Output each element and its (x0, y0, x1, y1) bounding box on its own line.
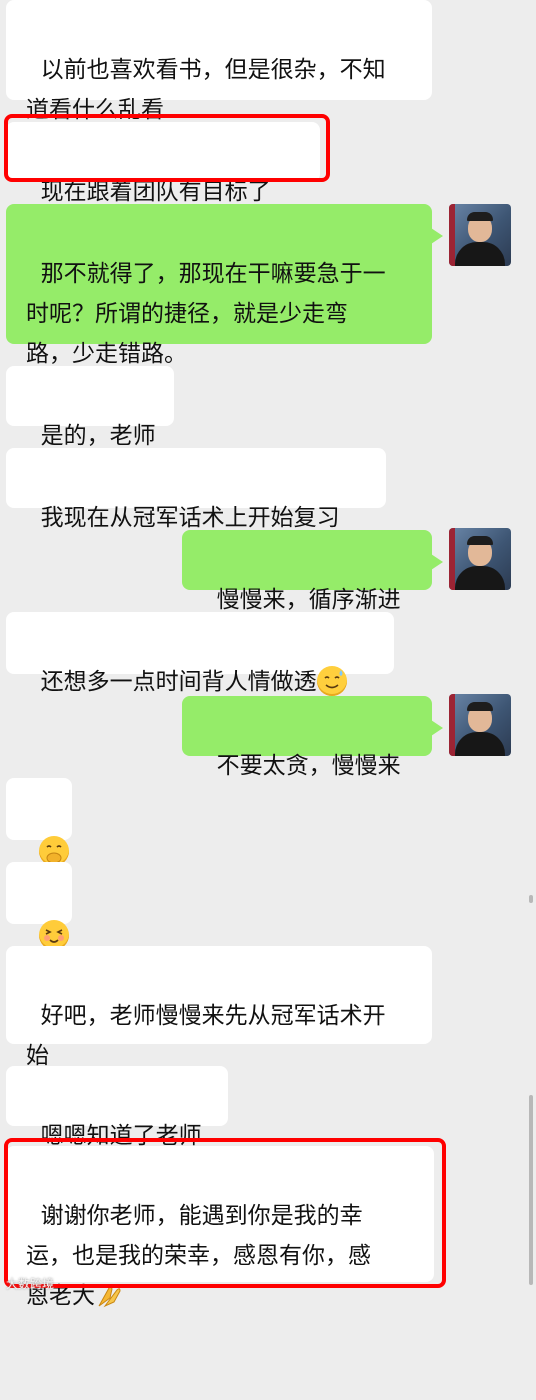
message-text: 我现在从冠军话术上开始复习 (40, 505, 340, 531)
shy-smile-emoji (38, 919, 69, 950)
message-text: 不要太贪，慢慢来 (216, 753, 401, 779)
scrollbar[interactable] (529, 895, 533, 903)
message-bubble-incoming[interactable]: 好吧，老师慢慢来先从冠军话术开 始 (6, 946, 432, 1069)
message-text: 慢慢来，循序渐进 (216, 587, 401, 613)
message-text: 还想多一点时间背人情做透 (40, 669, 317, 695)
scrollbar[interactable] (529, 1095, 533, 1285)
avatar[interactable] (449, 204, 511, 266)
message-bubble-incoming[interactable] (6, 862, 72, 950)
message-text: 那不就得了，那现在干嘛要急于一 时呢？所谓的捷径，就是少走弯 路，少走错路。 (26, 261, 386, 367)
message-bubble-outgoing[interactable]: 慢慢来，循序渐进 (182, 530, 443, 613)
message-text: 好吧，老师慢慢来先从冠军话术开 始 (26, 1003, 386, 1069)
sweat-smile-emoji (316, 665, 347, 696)
message-bubble-incoming[interactable] (6, 778, 72, 866)
avatar[interactable] (449, 694, 511, 756)
thinking-hand-emoji (38, 835, 69, 866)
message-text: 是的，老师 (40, 423, 156, 449)
message-bubble-outgoing[interactable]: 那不就得了，那现在干嘛要急于一 时呢？所谓的捷径，就是少走弯 路，少走错路。 (6, 204, 443, 367)
highlight-box (4, 114, 330, 182)
message-bubble-outgoing[interactable]: 不要太贪，慢慢来 (182, 696, 443, 779)
message-bubble-incoming[interactable]: 我现在从冠军话术上开始复习 (6, 448, 386, 531)
message-bubble-incoming[interactable]: 嗯嗯知道了老师 (6, 1066, 228, 1149)
message-bubble-incoming[interactable]: 是的，老师 (6, 366, 174, 449)
avatar[interactable] (449, 528, 511, 590)
message-bubble-incoming[interactable]: 以前也喜欢看书，但是很杂，不知 道看什么乱看 (6, 0, 432, 123)
message-bubble-incoming[interactable]: 还想多一点时间背人情做透 (6, 612, 394, 696)
highlight-box (4, 1138, 446, 1288)
watermark: 大数跨境 (6, 1277, 55, 1291)
message-text: 现在跟着团队有目标了 (40, 179, 271, 205)
